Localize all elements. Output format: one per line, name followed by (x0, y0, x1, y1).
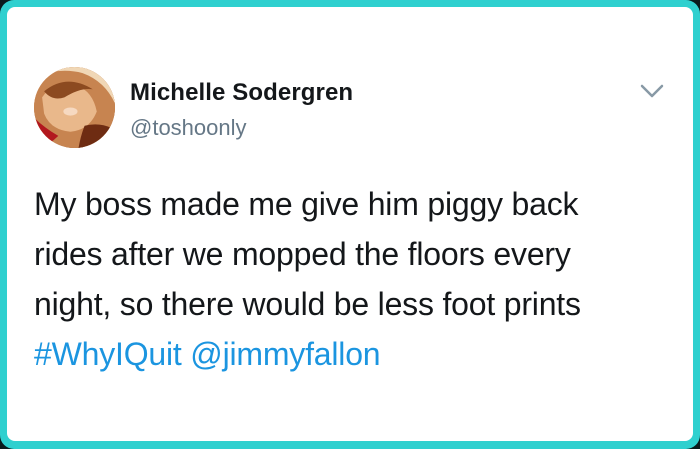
tweet-text-line: night, so there would be less foot print… (34, 286, 581, 322)
tweet-text-line: rides after we mopped the floors every (34, 236, 571, 272)
avatar-image (34, 67, 115, 148)
hashtag-link[interactable]: #WhyIQuit (34, 336, 182, 372)
avatar[interactable] (34, 67, 115, 148)
tweet-links-line: #WhyIQuit @jimmyfallon (34, 329, 674, 379)
user-handle[interactable]: @toshoonly (130, 115, 247, 141)
chevron-down-icon[interactable] (639, 83, 665, 99)
tweet-card: Michelle Sodergren @toshoonly My boss ma… (7, 7, 693, 441)
tweet-text-line: My boss made me give him piggy back (34, 186, 579, 222)
mention-link[interactable]: @jimmyfallon (190, 336, 380, 372)
tweet-text: My boss made me give him piggy back ride… (34, 179, 674, 379)
tweet-screenshot-frame: Michelle Sodergren @toshoonly My boss ma… (0, 0, 700, 449)
user-display-name[interactable]: Michelle Sodergren (130, 79, 353, 107)
